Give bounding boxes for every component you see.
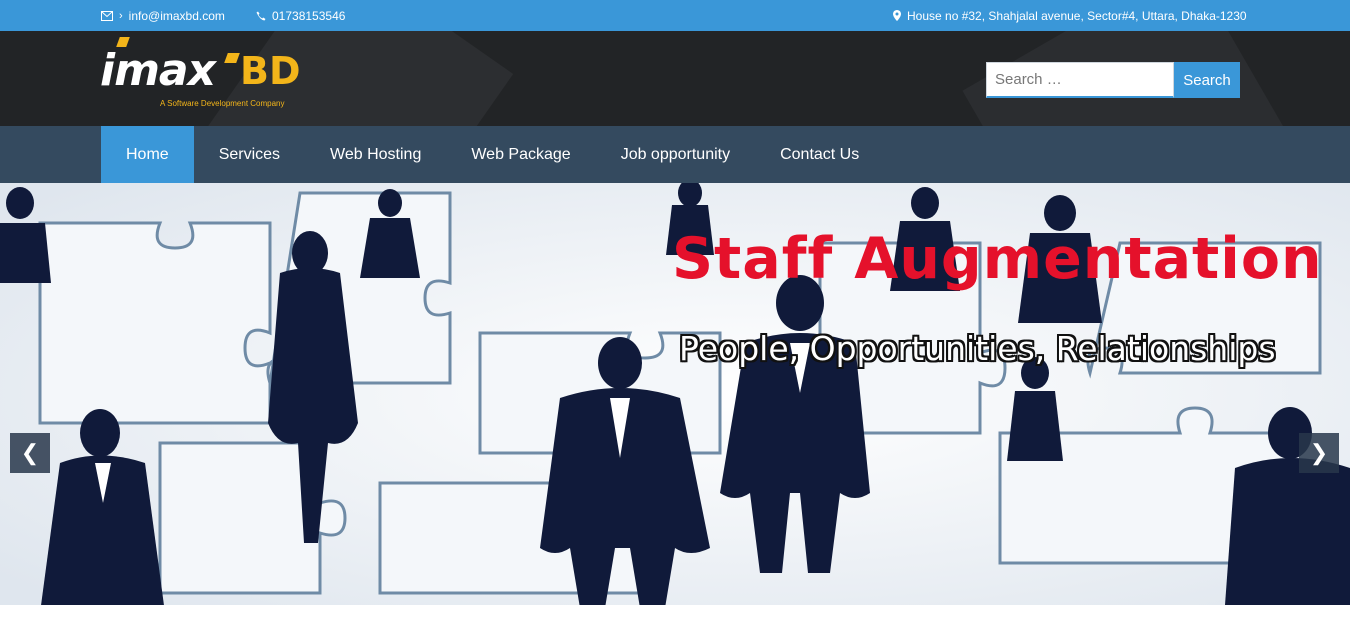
nav-item-web-hosting[interactable]: Web Hosting — [305, 126, 446, 183]
logo-tagline: A Software Development Company — [160, 99, 285, 108]
logo-wordmark: imax — [100, 45, 216, 96]
slider-prev-button[interactable]: ❮ — [10, 433, 50, 473]
page-bottom — [0, 605, 1350, 623]
nav-item-services[interactable]: Services — [194, 126, 305, 183]
top-info-bar: › info@imaxbd.com 01738153546 House no #… — [0, 0, 1350, 31]
slide-headline: Staff Augmentation — [672, 226, 1323, 292]
contact-address: House no #32, Shahjalal avenue, Sector#4… — [893, 0, 1247, 31]
nav-list: Home Services Web Hosting Web Package Jo… — [101, 126, 884, 183]
logo-bd: BD — [240, 49, 301, 93]
search-button[interactable]: Search — [1174, 62, 1240, 98]
chevron-left-icon: ❮ — [20, 440, 40, 465]
contact-phone[interactable]: 01738153546 — [256, 0, 345, 31]
logo-accent-mark — [224, 53, 240, 63]
address-text: House no #32, Shahjalal avenue, Sector#4… — [907, 8, 1247, 23]
site-header: imax BD A Software Development Company S… — [0, 31, 1350, 126]
search-input[interactable] — [986, 62, 1174, 98]
map-marker-icon — [893, 10, 901, 21]
envelope-icon — [101, 10, 113, 21]
chevron-right-icon: ❯ — [1309, 440, 1329, 465]
nav-item-job-opportunity[interactable]: Job opportunity — [596, 126, 755, 183]
site-logo[interactable]: imax BD A Software Development Company — [100, 37, 310, 115]
email-text: info@imaxbd.com — [128, 8, 225, 23]
search-form: Search — [986, 62, 1240, 98]
phone-icon — [256, 11, 266, 21]
slide-subline: People, Opportunities, Relationships — [679, 329, 1276, 368]
main-nav: Home Services Web Hosting Web Package Jo… — [0, 126, 1350, 183]
nav-item-web-package[interactable]: Web Package — [446, 126, 595, 183]
chevron-right-small-icon: › — [119, 9, 123, 22]
slider-next-button[interactable]: ❯ — [1299, 433, 1339, 473]
nav-item-home[interactable]: Home — [101, 126, 194, 183]
nav-item-contact-us[interactable]: Contact Us — [755, 126, 884, 183]
contact-email[interactable]: › info@imaxbd.com — [101, 0, 225, 31]
phone-text: 01738153546 — [272, 8, 346, 23]
